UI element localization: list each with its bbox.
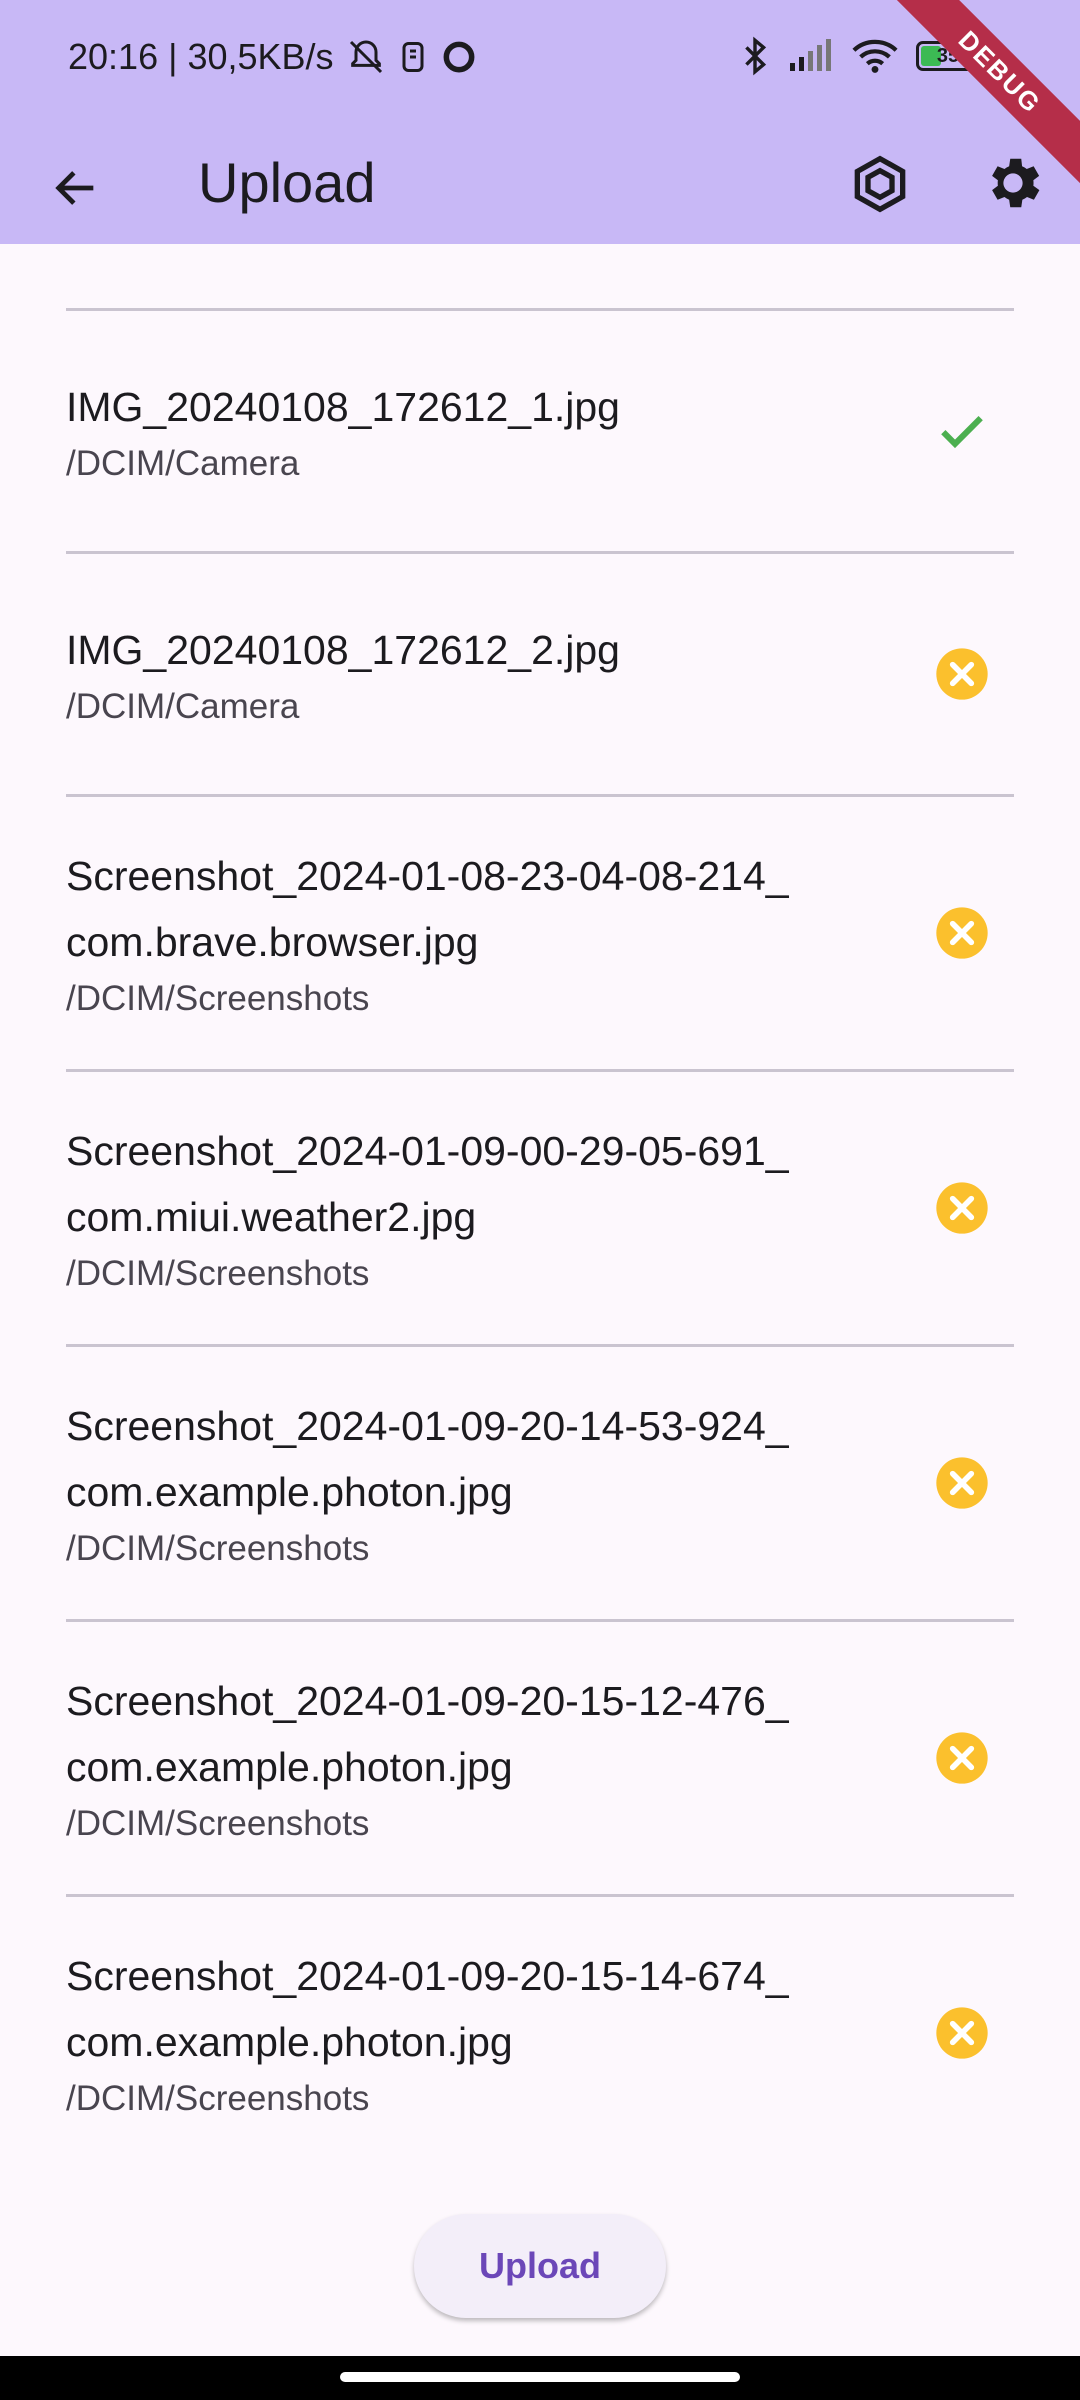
file-name: Screenshot_2024-01-09-20-15-14-674_ com.… [66, 1953, 789, 2065]
failed-icon [934, 2005, 990, 2061]
record-icon [443, 41, 474, 73]
list-item-text: Screenshot_2024-01-09-00-29-05-691_ com.… [66, 1118, 886, 1298]
settings-button[interactable] [980, 150, 1048, 218]
status-left: 20:16 | 30,5KB/s [68, 36, 478, 78]
settings-icon [992, 158, 1040, 208]
list-item[interactable]: Screenshot_2024-01-09-20-15-14-674_ com.… [66, 1897, 1014, 2169]
status-time-speed: 20:16 | 30,5KB/s [68, 36, 334, 77]
list-item-text: Screenshot_2024-01-08-23-04-08-214_ com.… [66, 843, 886, 1023]
file-path: /DCIM/Screenshots [66, 979, 370, 1018]
upload-button[interactable]: Upload [414, 2214, 666, 2318]
file-name: Screenshot_2024-01-08-23-04-08-214_ com.… [66, 853, 789, 965]
list-item[interactable]: Screenshot_2024-01-08-23-04-08-214_ com.… [66, 797, 1014, 1069]
cube-button[interactable] [848, 152, 912, 216]
file-path: /DCIM/Screenshots [66, 1804, 370, 1843]
bluetooth-icon [745, 36, 767, 76]
wifi-icon [852, 39, 898, 73]
failed-icon [934, 1455, 990, 1511]
failed-icon [934, 646, 990, 702]
file-path: /DCIM/Camera [66, 444, 300, 483]
list-item[interactable]: Screenshot_2024-01-09-00-29-05-691_ com.… [66, 1072, 1014, 1344]
page-title: Upload [198, 151, 376, 214]
list-item[interactable]: IMG_20240108_172612_1.jpg/DCIM/Camera [66, 311, 1014, 551]
list-item-text: IMG_20240108_172612_1.jpg/DCIM/Camera [66, 374, 886, 488]
gesture-handle[interactable] [340, 2372, 740, 2382]
list-item-text: Screenshot_2024-01-09-20-14-53-924_ com.… [66, 1393, 886, 1573]
signal-icon [790, 39, 831, 71]
failed-icon [934, 905, 990, 961]
app-bar: 20:16 | 30,5KB/s 35 Upload DEBUG [0, 0, 1080, 244]
file-name: IMG_20240108_172612_1.jpg [66, 384, 620, 430]
list-item[interactable]: Screenshot_2024-01-09-20-15-12-476_ com.… [66, 1622, 1014, 1894]
failed-icon [934, 1730, 990, 1786]
navigation-bar [0, 2356, 1080, 2400]
check-icon [934, 403, 990, 459]
list-item-text: Screenshot_2024-01-09-20-15-12-476_ com.… [66, 1668, 886, 1848]
arrow-back-icon [55, 171, 94, 205]
file-list: IMG_20240108_172612_1.jpg/DCIM/Camera IMG… [66, 244, 1014, 2169]
file-path: /DCIM/Screenshots [66, 2079, 370, 2118]
mute-notifications-icon [349, 40, 382, 74]
file-name: IMG_20240108_172612_2.jpg [66, 627, 620, 673]
list-item[interactable]: Screenshot_2024-01-09-20-14-53-924_ com.… [66, 1347, 1014, 1619]
file-name: Screenshot_2024-01-09-20-15-12-476_ com.… [66, 1678, 789, 1790]
file-path: /DCIM/Screenshots [66, 1254, 370, 1293]
back-button[interactable] [44, 156, 108, 220]
list-item-text: IMG_20240108_172612_2.jpg/DCIM/Camera [66, 617, 886, 731]
file-name: Screenshot_2024-01-09-00-29-05-691_ com.… [66, 1128, 789, 1240]
file-path: /DCIM/Camera [66, 687, 300, 726]
file-name: Screenshot_2024-01-09-20-14-53-924_ com.… [66, 1403, 789, 1515]
cube-icon [854, 155, 906, 213]
list-item[interactable]: IMG_20240108_172612_2.jpg/DCIM/Camera [66, 554, 1014, 794]
file-path: /DCIM/Screenshots [66, 1529, 370, 1568]
failed-icon [934, 1180, 990, 1236]
usb-debug-icon [402, 42, 424, 72]
toolbar: Upload [0, 120, 1080, 244]
list-item-text: Screenshot_2024-01-09-20-15-14-674_ com.… [66, 1943, 886, 2123]
